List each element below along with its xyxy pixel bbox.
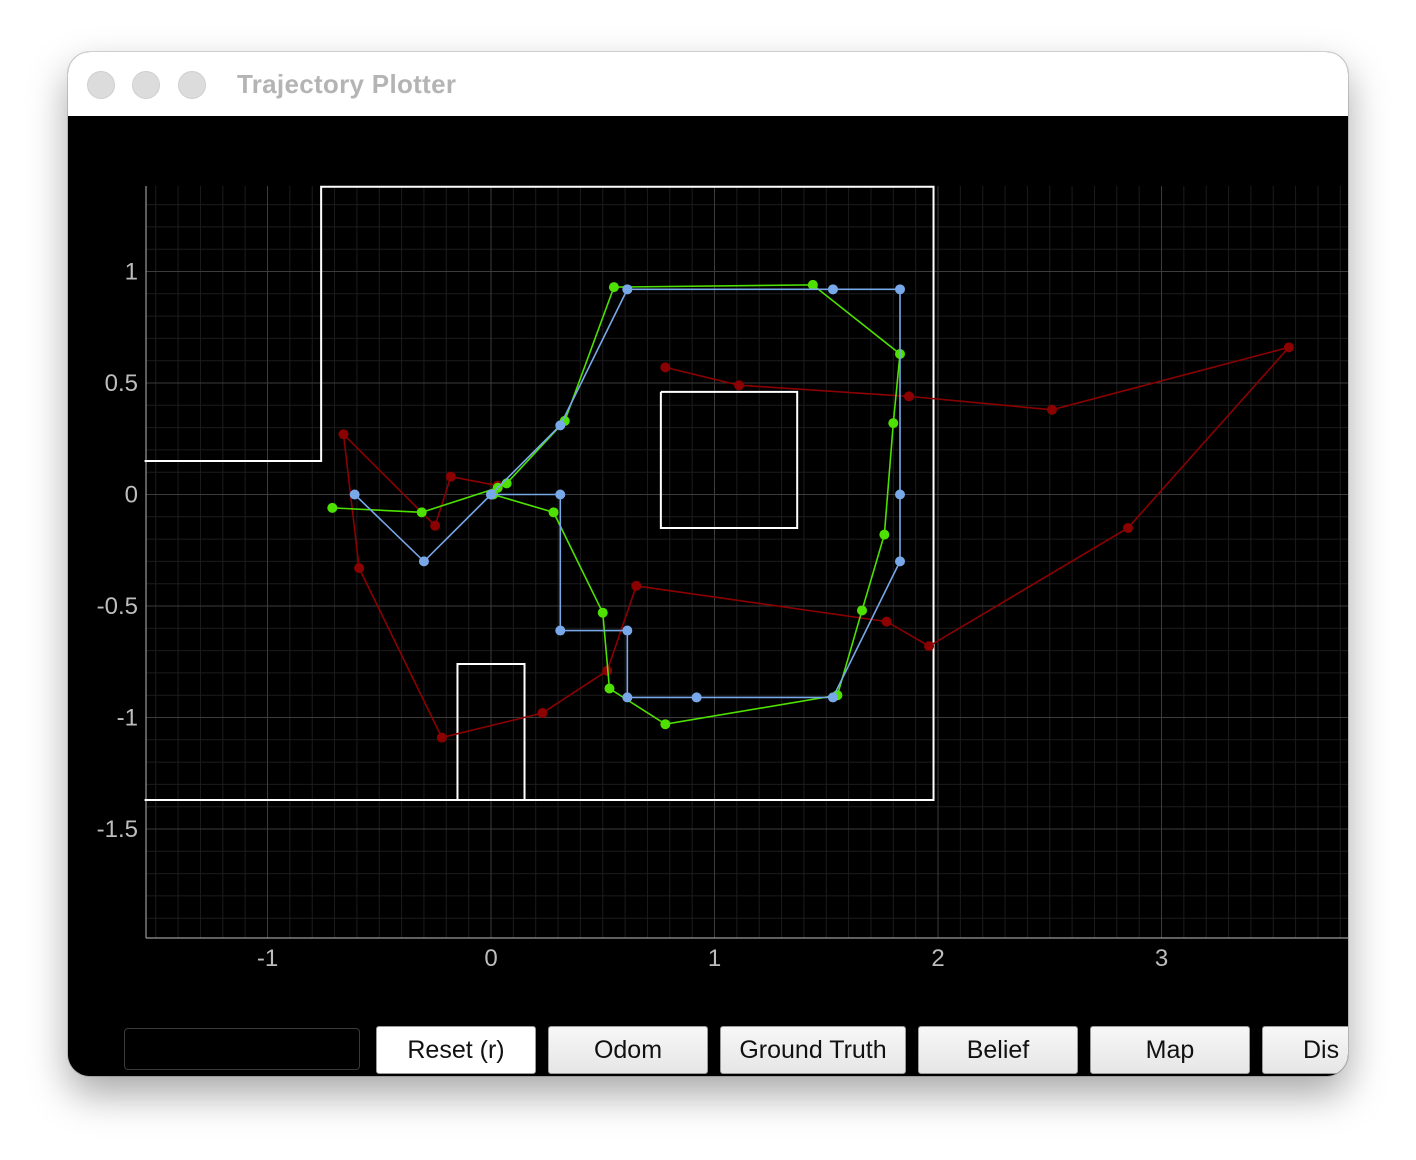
- ground_truth-point: [608, 282, 619, 293]
- window-title: Trajectory Plotter: [237, 69, 457, 99]
- ground_truth-point: [879, 529, 890, 540]
- belief-point: [895, 556, 906, 567]
- app-window: Trajectory Plotter -1 0 1 2 3 1 0.5 0 -0.5 -1 -1.5…: [68, 52, 1348, 1076]
- ground_truth-point: [597, 607, 608, 618]
- odom-point: [430, 520, 441, 531]
- belief-point: [622, 284, 633, 295]
- belief-point: [555, 625, 566, 636]
- map-wall: [659, 390, 799, 529]
- belief-point: [827, 284, 838, 295]
- belief-point: [418, 556, 429, 567]
- ground-truth-button[interactable]: Ground Truth: [720, 1026, 906, 1074]
- minimize-window-button[interactable]: [132, 71, 160, 99]
- odom-point: [1046, 404, 1057, 415]
- odom-point: [631, 580, 642, 591]
- y-tick-label: 0: [125, 482, 138, 509]
- x-tick-label: 1: [708, 945, 721, 972]
- odom-button[interactable]: Odom: [548, 1026, 708, 1074]
- close-window-button[interactable]: [87, 71, 115, 99]
- command-input[interactable]: [124, 1028, 360, 1070]
- y-tick-label: -1.5: [97, 816, 138, 843]
- odom-point: [881, 616, 892, 627]
- title-bar: Trajectory Plotter: [68, 52, 1348, 117]
- ground_truth-point: [807, 279, 818, 290]
- y-tick-label: -0.5: [97, 593, 138, 620]
- odom-trajectory-line: [342, 345, 1292, 739]
- belief-point: [555, 420, 566, 431]
- belief-point: [895, 489, 906, 500]
- ground_truth-trajectory-line: [332, 284, 901, 726]
- odom-point: [903, 391, 914, 402]
- belief-trajectory-line: [354, 288, 901, 699]
- odom-point: [338, 429, 349, 440]
- x-tick-label: 3: [1155, 945, 1168, 972]
- belief-point: [691, 692, 702, 703]
- ground_truth-point: [327, 502, 338, 513]
- belief-point: [555, 489, 566, 500]
- belief-point: [895, 284, 906, 295]
- odom-point: [1122, 522, 1133, 533]
- odom-point: [537, 708, 548, 719]
- ground_truth-point: [660, 719, 671, 730]
- x-tick-label: 2: [931, 945, 944, 972]
- reset-button[interactable]: Reset (r): [376, 1026, 536, 1074]
- belief-point: [622, 692, 633, 703]
- belief-point: [349, 489, 360, 500]
- odom-point: [1283, 342, 1294, 353]
- plot-area: -1 0 1 2 3 1 0.5 0 -0.5 -1 -1.5 Reset (r) Odom Gro…: [68, 116, 1348, 1076]
- map-button[interactable]: Map: [1090, 1026, 1250, 1074]
- belief-button[interactable]: Belief: [918, 1026, 1078, 1074]
- y-tick-label: 0.5: [105, 370, 138, 397]
- odom-point: [445, 471, 456, 482]
- odom-point: [436, 732, 447, 743]
- y-tick-label: 1: [125, 259, 138, 286]
- display-button[interactable]: Dis: [1262, 1026, 1348, 1074]
- odom-point: [734, 380, 745, 391]
- belief-point: [486, 489, 496, 500]
- ground_truth-point: [416, 507, 427, 518]
- ground_truth-point: [548, 507, 559, 518]
- x-tick-label: 0: [484, 945, 497, 972]
- x-tick-label: -1: [257, 945, 278, 972]
- belief-point: [827, 692, 838, 703]
- zoom-window-button[interactable]: [178, 71, 206, 99]
- trajectory-plot[interactable]: -1 0 1 2 3 1 0.5 0 -0.5 -1 -1.5: [68, 116, 1348, 1016]
- ground_truth-point: [604, 683, 615, 694]
- belief-point: [622, 625, 633, 636]
- ground_truth-point: [888, 418, 899, 429]
- odom-point: [924, 641, 935, 652]
- ground_truth-point: [857, 605, 868, 616]
- y-tick-label: -1: [117, 705, 138, 732]
- map-wall: [144, 185, 935, 802]
- odom-point: [354, 563, 365, 574]
- odom-point: [660, 362, 671, 373]
